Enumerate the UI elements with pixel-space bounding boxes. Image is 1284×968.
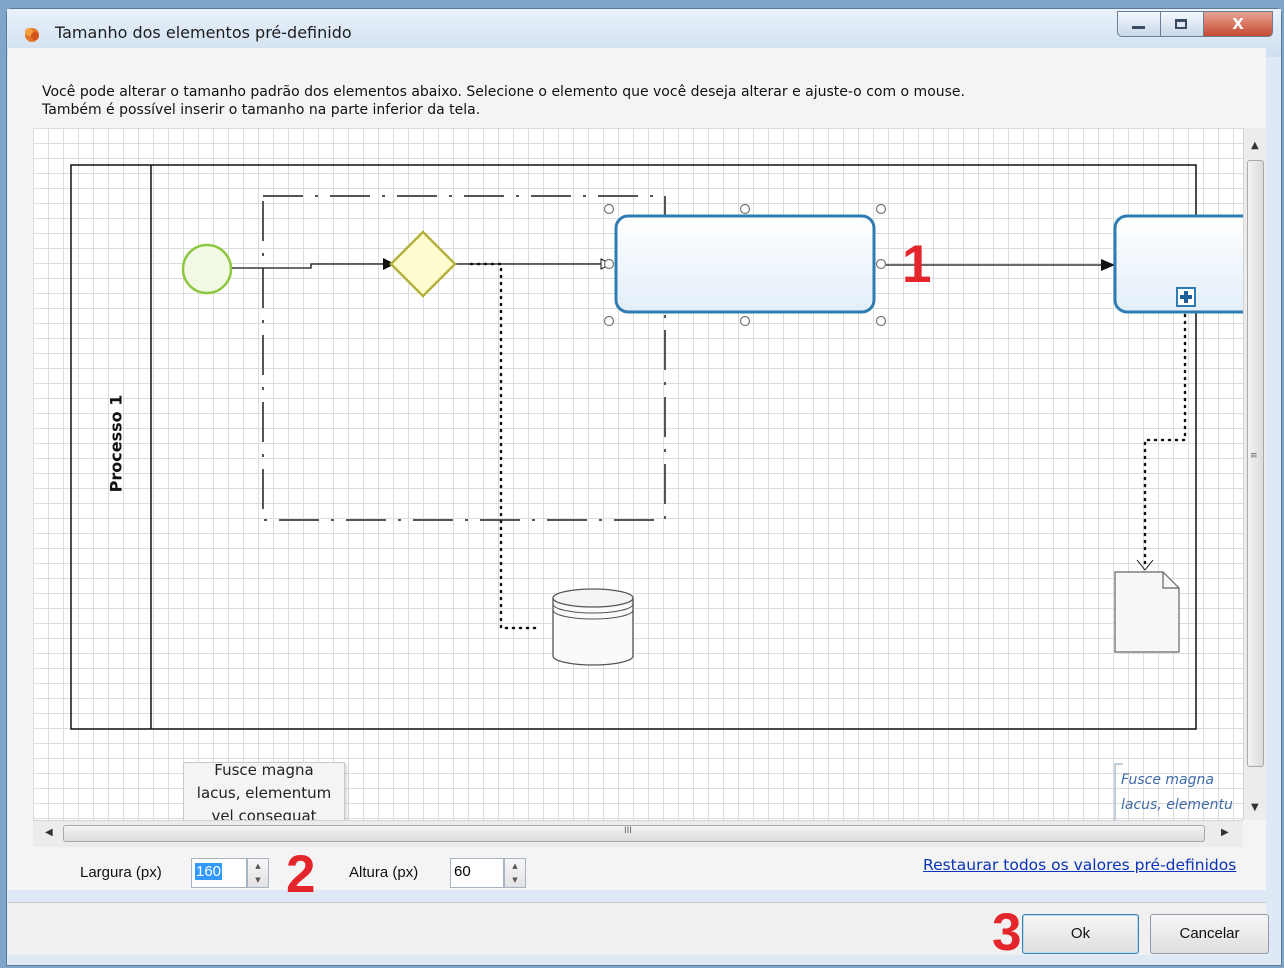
horizontal-scrollbar[interactable]: ◀ III ▶ bbox=[33, 820, 1243, 847]
plus-icon[interactable] bbox=[1176, 287, 1196, 307]
text-annotation-1[interactable]: Fusce magna lacus, elementum vel consequ… bbox=[183, 762, 345, 820]
instructions-line-2: Também é possível inserir o tamanho na p… bbox=[42, 102, 481, 118]
chevron-down-icon[interactable]: ▼ bbox=[505, 873, 525, 887]
gateway[interactable] bbox=[389, 230, 457, 298]
instructions: Você pode alterar o tamanho padrão dos e… bbox=[42, 83, 965, 119]
window-title: Tamanho dos elementos pré-definido bbox=[55, 23, 352, 42]
horizontal-scroll-thumb[interactable]: III bbox=[63, 825, 1205, 842]
callout-number-3: 3 bbox=[992, 903, 1022, 962]
cancel-button[interactable]: Cancelar bbox=[1150, 914, 1269, 954]
callout-number-2: 2 bbox=[286, 845, 316, 904]
width-value: 160 bbox=[195, 863, 223, 880]
chevron-up-icon[interactable]: ▲ bbox=[505, 859, 525, 873]
callout-number-1: 1 bbox=[902, 235, 932, 294]
vertical-scrollbar[interactable]: ▲ ≡ ▼ bbox=[1243, 128, 1266, 820]
app-logo-icon bbox=[25, 28, 39, 42]
association-to-datastore[interactable] bbox=[469, 262, 543, 630]
start-event[interactable] bbox=[181, 243, 233, 295]
width-input[interactable]: 160 bbox=[191, 858, 247, 888]
database-icon[interactable] bbox=[552, 588, 634, 666]
height-input[interactable]: 60 bbox=[450, 858, 504, 888]
minimize-button[interactable] bbox=[1117, 11, 1161, 37]
instructions-line-1: Você pode alterar o tamanho padrão dos e… bbox=[42, 84, 965, 100]
maximize-icon bbox=[1175, 19, 1187, 29]
chevron-down-icon[interactable]: ▼ bbox=[248, 873, 268, 887]
vertical-scroll-thumb[interactable]: ≡ bbox=[1247, 160, 1264, 767]
height-value: 60 bbox=[454, 863, 471, 880]
annotation-2-line-1: Fusce magna bbox=[1121, 772, 1214, 788]
chevron-up-icon[interactable]: ▲ bbox=[248, 859, 268, 873]
document-icon[interactable] bbox=[1114, 571, 1180, 653]
height-stepper[interactable]: ▲ ▼ bbox=[504, 858, 526, 888]
arrowhead-3 bbox=[1101, 259, 1115, 271]
annotation-1-line-1: Fusce magna bbox=[214, 762, 314, 779]
restore-defaults-link[interactable]: Restaurar todos os valores pré-definidos bbox=[923, 856, 1236, 874]
ok-button[interactable]: Ok bbox=[1022, 914, 1139, 954]
close-icon: X bbox=[1232, 15, 1244, 33]
scroll-left-icon[interactable]: ◀ bbox=[45, 827, 53, 838]
diagram-canvas[interactable]: Processo 1 Fusce magna lacus, elementum … bbox=[33, 128, 1243, 820]
minimize-icon bbox=[1132, 26, 1145, 29]
annotation-1-line-3: vel consequat bbox=[211, 807, 317, 820]
annotation-1-line-2: lacus, elementum bbox=[196, 784, 332, 802]
pool-label: Processo 1 bbox=[106, 394, 126, 493]
association-to-dataobject[interactable] bbox=[1143, 306, 1187, 566]
height-label: Altura (px) bbox=[349, 864, 419, 881]
group-shape[interactable] bbox=[262, 195, 666, 521]
annotation-2-line-2: lacus, elementu bbox=[1121, 797, 1233, 813]
width-stepper[interactable]: ▲ ▼ bbox=[247, 858, 269, 888]
width-label: Largura (px) bbox=[80, 864, 162, 881]
diagram-drawing bbox=[70, 164, 1243, 820]
scroll-down-icon[interactable]: ▼ bbox=[1251, 802, 1259, 813]
task-selected[interactable] bbox=[614, 214, 876, 314]
scroll-up-icon[interactable]: ▲ bbox=[1251, 140, 1259, 151]
grip-icon: ≡ bbox=[1250, 451, 1258, 461]
scroll-right-icon[interactable]: ▶ bbox=[1221, 827, 1229, 838]
text-annotation-2[interactable]: Fusce magna lacus, elementu bbox=[1121, 768, 1243, 818]
sequence-flow-1[interactable] bbox=[229, 263, 383, 269]
close-button[interactable]: X bbox=[1203, 11, 1273, 37]
grip-icon: III bbox=[624, 826, 632, 836]
maximize-button[interactable] bbox=[1160, 11, 1204, 37]
